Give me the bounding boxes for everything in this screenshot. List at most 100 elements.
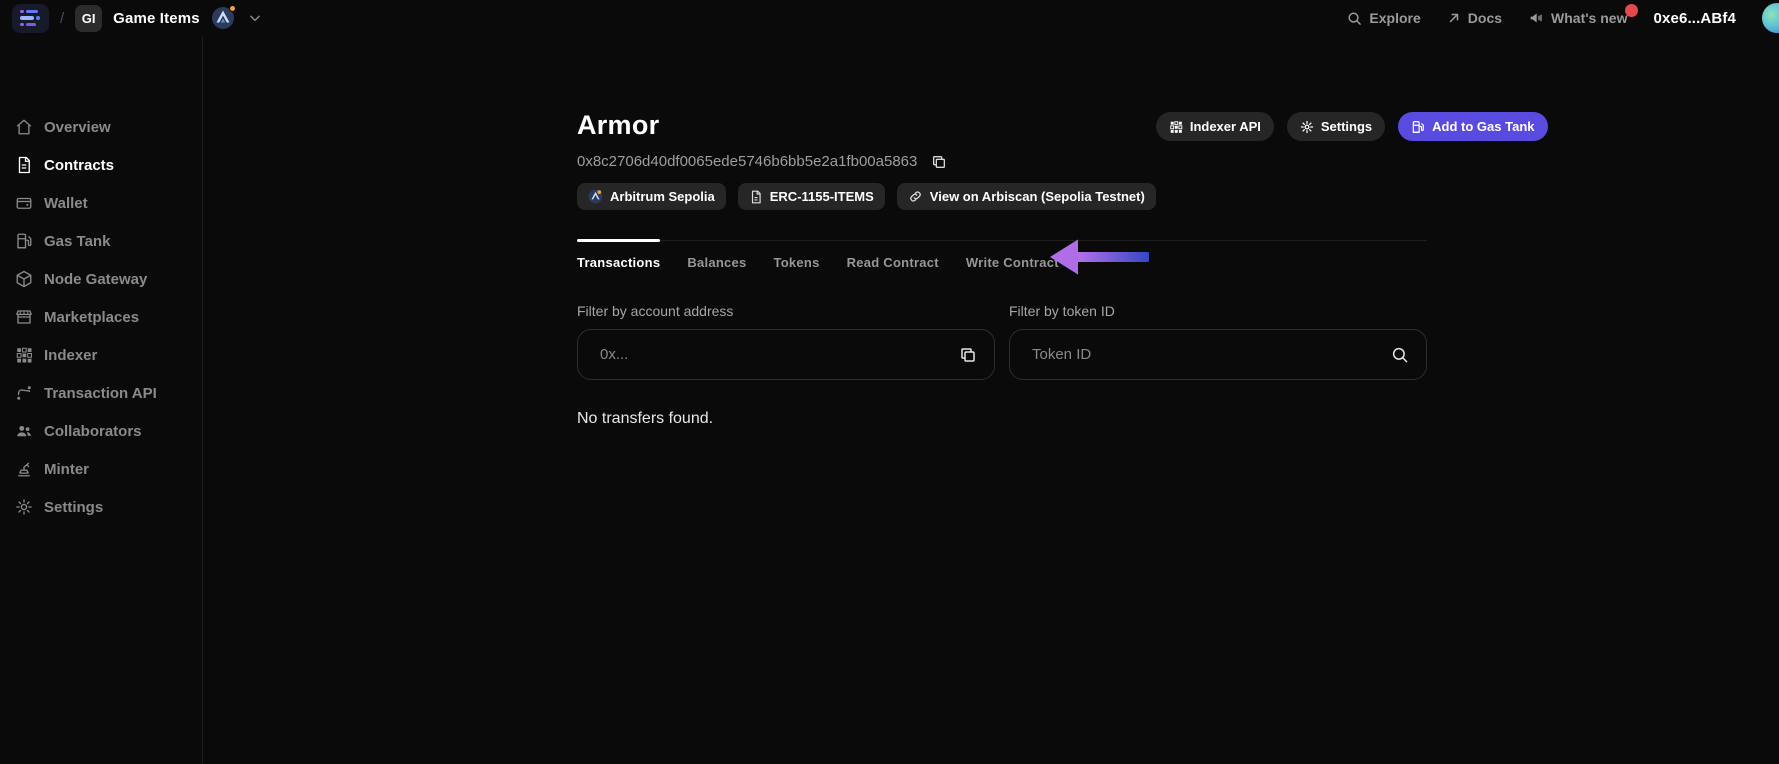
sidebar-item-label: Settings: [44, 498, 104, 516]
sidebar-item-label: Gas Tank: [44, 232, 111, 250]
megaphone-icon: [1530, 13, 1542, 23]
badge-label: ERC-1155-ITEMS: [769, 189, 874, 204]
explore-label: Explore: [1369, 10, 1421, 26]
app-layout: Overview Contracts Wallet Gas Tank Node …: [0, 36, 1779, 764]
logo-bar: [20, 22, 36, 27]
token-id-filter: Filter by token ID: [1009, 303, 1427, 380]
account-address-input[interactable]: [598, 345, 959, 364]
project-network-icon[interactable]: [211, 5, 236, 30]
badge-label: View on Arbiscan (Sepolia Testnet): [929, 189, 1145, 204]
tab-tokens[interactable]: Tokens: [774, 255, 820, 270]
wallet-address[interactable]: 0xe6...ABf4: [1653, 10, 1736, 27]
header-actions: Indexer API Settings Add to Gas Tank: [1155, 112, 1548, 141]
tab-read-contract[interactable]: Read Contract: [847, 255, 939, 270]
contract-address-row: 0x8c2706d40df0065ede5746b6bb5e2a1fb00a58…: [577, 153, 1156, 170]
sidebar-item-marketplaces[interactable]: Marketplaces: [0, 298, 202, 336]
users-icon: [17, 425, 31, 437]
copy-address-button[interactable]: [931, 154, 947, 170]
app-logo-icon[interactable]: [12, 3, 49, 33]
storefront-icon: [16, 310, 32, 324]
page-header: Armor 0x8c2706d40df0065ede5746b6bb5e2a1f…: [577, 110, 1548, 210]
sidebar-item-transaction-api[interactable]: Transaction API: [0, 374, 202, 412]
arbitrum-network-icon: [588, 189, 603, 204]
app-root: { "navbar": { "separator": "/", "org_ava…: [0, 0, 1779, 764]
sidebar: Overview Contracts Wallet Gas Tank Node …: [0, 36, 203, 764]
token-id-input[interactable]: [1030, 345, 1391, 364]
tab-balances[interactable]: Balances: [687, 255, 746, 270]
sidebar-item-minter[interactable]: Minter: [0, 450, 202, 488]
navbar-right: Explore Docs What's new 0xe6...ABf4: [1347, 3, 1779, 33]
sidebar-item-node-gateway[interactable]: Node Gateway: [0, 260, 202, 298]
top-navbar: / GI Game Items Explore Docs What's new …: [0, 0, 1779, 36]
tab-write-contract[interactable]: Write Contract: [966, 255, 1059, 270]
filters-row: Filter by account address Filter by toke…: [577, 303, 1427, 380]
sidebar-item-label: Minter: [44, 460, 89, 478]
sidebar-item-contracts[interactable]: Contracts: [0, 146, 202, 184]
grid-icon: [16, 347, 33, 363]
sidebar-item-wallet[interactable]: Wallet: [0, 184, 202, 222]
network-badge: Arbitrum Sepolia: [577, 183, 726, 210]
sidebar-item-label: Indexer: [44, 346, 98, 364]
button-label: Add to Gas Tank: [1432, 119, 1535, 134]
gear-icon: [1300, 120, 1314, 133]
cube-icon: [16, 270, 32, 288]
search-icon: [1348, 11, 1362, 25]
org-avatar[interactable]: GI: [75, 4, 103, 32]
route-icon: [17, 386, 31, 400]
explore-link[interactable]: Explore: [1347, 10, 1421, 26]
network-notification-dot: [228, 5, 236, 12]
empty-state-message: No transfers found.: [577, 410, 714, 427]
search-icon[interactable]: [1391, 346, 1409, 364]
main-content: Armor 0x8c2706d40df0065ede5746b6bb5e2a1f…: [203, 36, 1779, 764]
sidebar-item-label: Transaction API: [44, 384, 157, 402]
document-icon: [751, 190, 761, 203]
logo-bar: [20, 9, 38, 14]
settings-button[interactable]: Settings: [1286, 112, 1386, 141]
badge-label: Arbitrum Sepolia: [610, 189, 715, 204]
account-avatar[interactable]: [1762, 3, 1779, 33]
whats-new-notification-dot: [1625, 4, 1639, 17]
logo-bar: [20, 16, 40, 20]
project-name: Game Items: [113, 9, 200, 27]
contract-icon: [18, 156, 30, 174]
account-address-input-wrap: [577, 329, 995, 380]
sidebar-item-label: Wallet: [44, 194, 88, 212]
button-label: Indexer API: [1189, 119, 1261, 134]
contract-type-badge: ERC-1155-ITEMS: [737, 183, 885, 210]
sidebar-item-gas-tank[interactable]: Gas Tank: [0, 222, 202, 260]
button-label: Settings: [1320, 119, 1373, 134]
breadcrumb-separator: /: [60, 9, 65, 27]
breadcrumb: / GI Game Items: [12, 3, 262, 33]
account-address-filter: Filter by account address: [577, 303, 995, 380]
whats-new-label: What's new: [1551, 10, 1628, 26]
sidebar-item-indexer[interactable]: Indexer: [0, 336, 202, 374]
sidebar-item-overview[interactable]: Overview: [0, 108, 202, 146]
whats-new-link[interactable]: What's new: [1528, 4, 1639, 26]
tab-bar: Transactions Balances Tokens Read Contra…: [577, 239, 1427, 270]
wallet-icon: [16, 197, 32, 209]
sidebar-item-settings[interactable]: Settings: [0, 488, 202, 526]
tab-transactions[interactable]: Transactions: [577, 239, 661, 270]
add-to-gas-tank-button[interactable]: Add to Gas Tank: [1398, 112, 1548, 141]
copy-icon[interactable]: [959, 346, 977, 364]
external-link-icon: [1449, 13, 1459, 23]
sidebar-item-label: Collaborators: [44, 422, 142, 440]
gear-icon: [16, 499, 32, 515]
grid-icon: [1170, 120, 1183, 133]
chevron-down-icon[interactable]: [248, 11, 262, 25]
badge-row: Arbitrum Sepolia ERC-1155-ITEMS View on …: [577, 183, 1156, 210]
contract-address: 0x8c2706d40df0065ede5746b6bb5e2a1fb00a58…: [577, 153, 918, 170]
gas-pump-icon: [1412, 120, 1425, 133]
token-id-input-wrap: [1009, 329, 1427, 380]
indexer-api-button[interactable]: Indexer API: [1155, 112, 1274, 141]
gas-pump-icon: [17, 233, 32, 249]
view-on-arbiscan-link[interactable]: View on Arbiscan (Sepolia Testnet): [896, 183, 1156, 210]
sidebar-item-collaborators[interactable]: Collaborators: [0, 412, 202, 450]
filter-label: Filter by token ID: [1009, 303, 1115, 319]
page-title: Armor: [577, 110, 660, 140]
sidebar-item-label: Marketplaces: [44, 308, 140, 326]
docs-link[interactable]: Docs: [1447, 10, 1502, 26]
copy-icon: [933, 155, 946, 168]
link-icon: [910, 191, 921, 202]
home-icon: [16, 119, 32, 135]
